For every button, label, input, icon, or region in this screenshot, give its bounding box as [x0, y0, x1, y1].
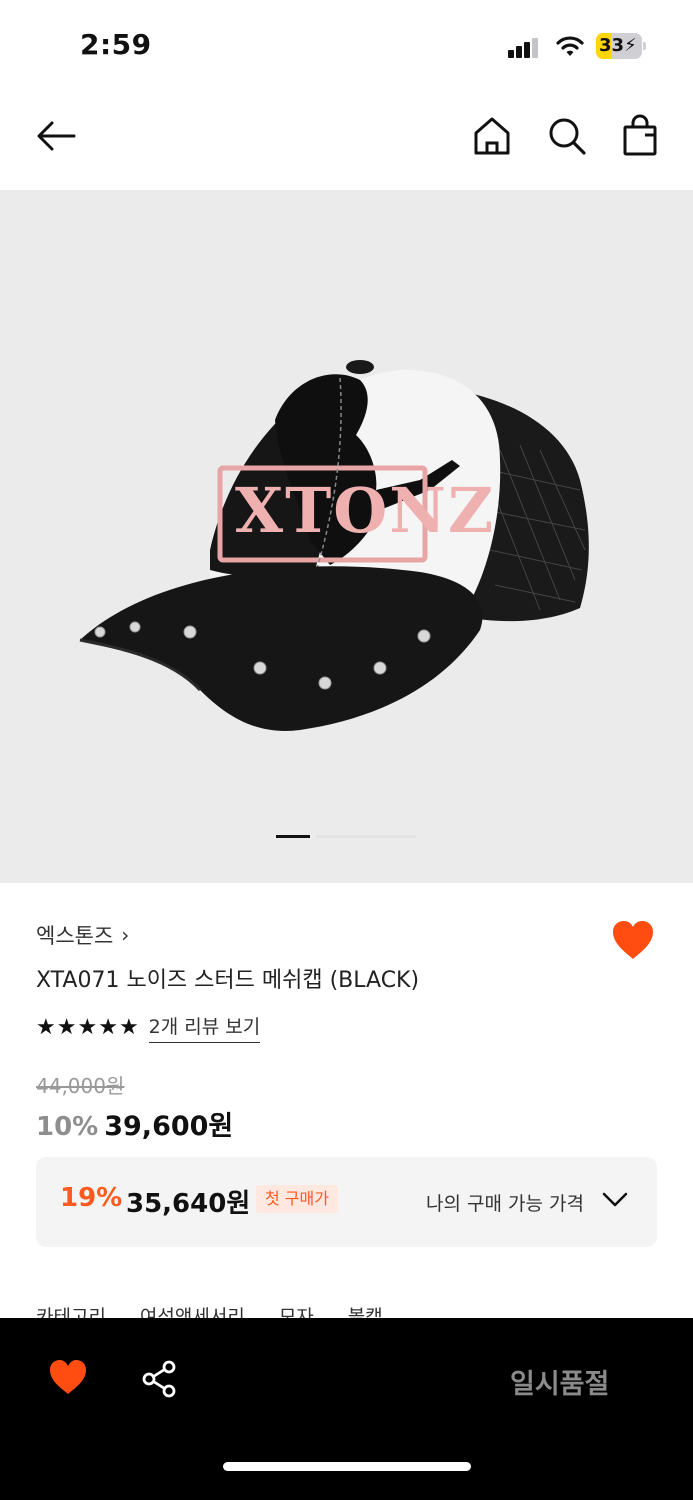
product-image: XTONZ	[79, 360, 589, 731]
home-indicator[interactable]	[223, 1462, 471, 1471]
product-title: XTA071 노이즈 스터드 메쉬캡 (BLACK)	[36, 968, 420, 993]
benefit-discount-rate: 19%	[60, 1183, 123, 1213]
share-icon[interactable]	[140, 1360, 178, 1398]
chevron-right-icon: ›	[121, 923, 130, 947]
chevron-down-icon[interactable]	[602, 1191, 628, 1209]
discount-rate: 10%	[36, 1112, 99, 1142]
star-rating: ★ ★ ★ ★ ★	[36, 1014, 139, 1040]
product-image-gallery[interactable]: XTONZ	[0, 190, 693, 883]
soldout-button[interactable]: 일시품절	[510, 1362, 609, 1401]
top-nav-bar	[0, 92, 693, 190]
battery-icon: 33⚡	[596, 33, 646, 59]
active-page-dot	[276, 835, 310, 838]
review-link[interactable]: 2개 리뷰 보기	[148, 1012, 261, 1043]
image-page-indicator	[276, 835, 416, 838]
my-price-benefit-box[interactable]: 19% 35,640원 첫 구매가 나의 구매 가능 가격	[36, 1157, 657, 1247]
wifi-icon	[556, 36, 584, 56]
price-row: 10% 39,600원	[36, 1104, 233, 1143]
original-price: 44,000원	[36, 1074, 125, 1098]
battery-level: 33	[599, 35, 625, 56]
sale-price: 39,600원	[104, 1111, 234, 1142]
benefit-price: 35,640원	[126, 1189, 251, 1219]
benefit-label: 나의 구매 가능 가격	[426, 1193, 584, 1215]
star-icon: ★	[36, 1014, 56, 1040]
brand-name: 엑스톤즈	[36, 924, 114, 948]
star-icon: ★	[118, 1014, 139, 1040]
arrow-left-icon[interactable]	[34, 114, 78, 158]
rating-row: ★ ★ ★ ★ ★ 2개 리뷰 보기	[36, 1012, 261, 1043]
shopping-bag-icon[interactable]	[618, 114, 662, 158]
brand-link[interactable]: 엑스톤즈 ›	[36, 920, 129, 950]
star-icon: ★	[77, 1014, 98, 1040]
star-icon: ★	[56, 1014, 77, 1040]
status-bar: 2:59 33⚡	[0, 0, 693, 92]
inactive-page-track	[316, 835, 416, 838]
svg-text:XTONZ: XTONZ	[235, 474, 495, 547]
home-icon[interactable]	[470, 114, 514, 158]
status-time: 2:59	[80, 28, 152, 61]
first-purchase-badge: 첫 구매가	[256, 1185, 338, 1213]
heart-icon[interactable]	[610, 918, 656, 962]
search-icon[interactable]	[545, 114, 589, 158]
star-icon: ★	[98, 1014, 118, 1040]
cellular-signal-icon	[508, 36, 540, 58]
bottom-action-bar: 일시품절	[0, 1318, 693, 1500]
heart-icon[interactable]	[48, 1358, 88, 1396]
